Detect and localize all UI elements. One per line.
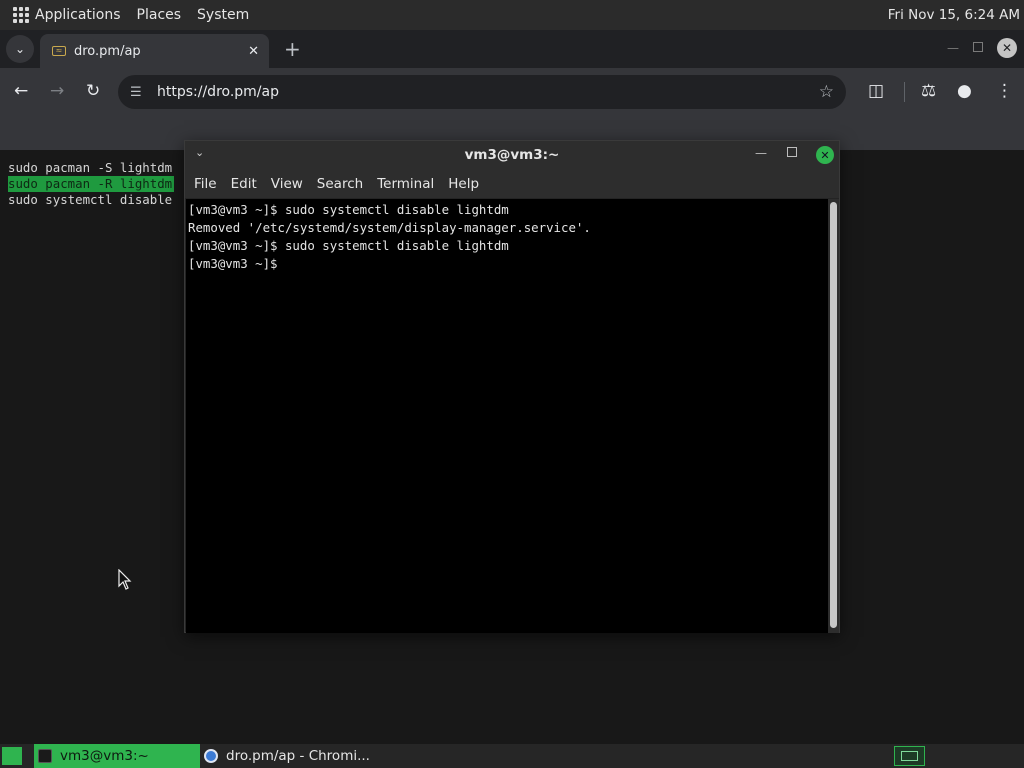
menu-file[interactable]: File xyxy=(194,176,217,192)
menu-terminal[interactable]: Terminal xyxy=(377,176,434,192)
terminal-menubar: File Edit View Search Terminal Help xyxy=(185,169,839,198)
taskbar: vm3@vm3:~ dro.pm/ap - Chromi... xyxy=(0,744,1024,768)
maximize-icon[interactable] xyxy=(973,42,983,52)
plus-icon[interactable]: + xyxy=(284,39,301,59)
terminal-prompt-line[interactable]: [vm3@vm3 ~]$ xyxy=(188,255,828,273)
panel-clock[interactable]: Fri Nov 15, 6:24 AM xyxy=(888,7,1020,23)
terminal-line: Removed '/etc/systemd/system/display-man… xyxy=(188,220,591,235)
terminal-title: vm3@vm3:~ xyxy=(464,147,560,163)
menu-edit[interactable]: Edit xyxy=(231,176,257,192)
minimize-icon[interactable]: — xyxy=(947,41,959,55)
page-text-line-highlighted: sudo pacman -R lightdm xyxy=(8,176,175,192)
close-icon[interactable]: ✕ xyxy=(816,146,834,164)
person-icon[interactable]: ● xyxy=(957,81,972,101)
reload-icon[interactable]: ↻ xyxy=(86,81,100,101)
menu-help[interactable]: Help xyxy=(448,176,479,192)
arrow-right-icon[interactable]: → xyxy=(50,81,64,101)
taskbar-item-label: dro.pm/ap - Chromi... xyxy=(226,748,370,764)
menu-applications[interactable]: Applications xyxy=(35,7,121,23)
terminal-line: [vm3@vm3 ~]$ sudo systemctl disable ligh… xyxy=(188,238,509,253)
workspace-window-preview xyxy=(901,751,918,761)
menu-places[interactable]: Places xyxy=(137,7,182,23)
menu-system[interactable]: System xyxy=(197,7,249,23)
tune-icon[interactable]: ☰ xyxy=(130,85,148,100)
applications-grid-icon[interactable] xyxy=(13,7,29,23)
maximize-icon[interactable] xyxy=(787,147,797,157)
kebab-icon[interactable]: ⋮ xyxy=(996,81,1013,101)
taskbar-item-terminal[interactable]: vm3@vm3:~ xyxy=(34,744,200,768)
scrollbar-thumb[interactable] xyxy=(830,202,837,628)
site-favicon-icon: ≈ xyxy=(52,46,66,56)
close-icon[interactable]: ✕ xyxy=(248,44,259,59)
taskbar-item-label: vm3@vm3:~ xyxy=(60,748,149,764)
menu-view[interactable]: View xyxy=(271,176,303,192)
browser-tab[interactable]: ≈ dro.pm/ap ✕ xyxy=(40,34,269,68)
puzzle-icon[interactable]: ◫ xyxy=(868,81,884,101)
terminal-titlebar[interactable]: ⌄ vm3@vm3:~ — ✕ xyxy=(185,141,839,169)
star-icon[interactable]: ☆ xyxy=(819,82,834,102)
top-panel: Applications Places System Fri Nov 15, 6… xyxy=(0,0,1024,30)
show-desktop-button[interactable] xyxy=(2,747,22,765)
terminal-line: [vm3@vm3 ~]$ sudo systemctl disable ligh… xyxy=(188,202,509,217)
terminal-scrollbar[interactable] xyxy=(828,199,839,633)
page-text-line: sudo systemctl disable xyxy=(8,192,173,207)
terminal-output[interactable]: [vm3@vm3 ~]$ sudo systemctl disable ligh… xyxy=(186,199,828,633)
address-bar[interactable]: ☰ https://dro.pm/ap ☆ xyxy=(118,75,846,109)
window-close-icon[interactable]: ✕ xyxy=(997,38,1017,58)
workspace-switcher[interactable] xyxy=(894,746,925,766)
browser-toolbar: ← → ↻ ☰ https://dro.pm/ap ☆ ◫ ⚖ ● ⋮ xyxy=(0,68,1024,116)
mouse-pointer-icon xyxy=(118,569,132,590)
browser-tab-bar: ⌄ ≈ dro.pm/ap ✕ + — ✕ xyxy=(0,30,1024,68)
terminal-icon xyxy=(38,749,52,763)
terminal-window[interactable]: ⌄ vm3@vm3:~ — ✕ File Edit View Search Te… xyxy=(184,140,840,633)
toolbar-divider xyxy=(904,82,905,102)
taskbar-item-chromium[interactable]: dro.pm/ap - Chromi... xyxy=(200,744,400,768)
minimize-icon[interactable]: — xyxy=(755,146,767,160)
arrow-left-icon[interactable]: ← xyxy=(14,81,28,101)
chromium-icon xyxy=(204,749,218,763)
url-text[interactable]: https://dro.pm/ap xyxy=(157,84,819,100)
chevron-down-icon[interactable]: ⌄ xyxy=(6,35,34,63)
page-text-line: sudo pacman -S lightdm xyxy=(8,160,173,175)
flask-icon[interactable]: ⚖ xyxy=(921,81,936,101)
tab-title: dro.pm/ap xyxy=(74,43,141,59)
menu-search[interactable]: Search xyxy=(317,176,363,192)
